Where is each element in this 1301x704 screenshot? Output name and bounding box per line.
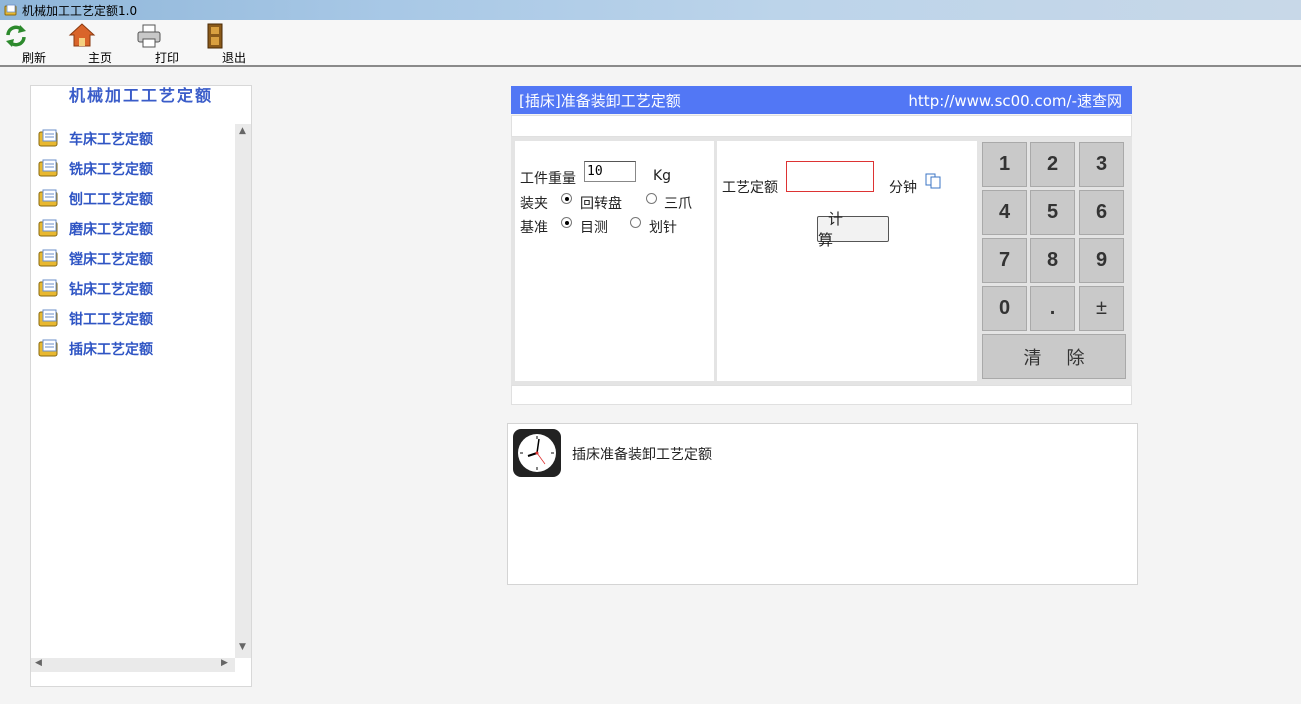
refresh-icon	[6, 25, 26, 47]
refresh-button[interactable]: 刷新	[2, 22, 58, 66]
calculator-header: [插床]准备装卸工艺定额 http://www.sc00.com/-速查网	[511, 86, 1132, 114]
clear-button[interactable]: 清 除	[982, 334, 1126, 379]
app-book-icon	[4, 4, 17, 16]
scroll-left-icon[interactable]: ◀	[35, 658, 42, 668]
print-button[interactable]: 打印	[135, 22, 191, 66]
datum-option-scriber: 划针	[649, 220, 677, 236]
sidebar-item-lathe[interactable]: 车床工艺定额	[37, 126, 153, 152]
key-5[interactable]: 5	[1030, 190, 1075, 235]
key-3[interactable]: 3	[1079, 142, 1124, 187]
home-icon	[68, 23, 96, 47]
key-plus-minus[interactable]: ±	[1079, 286, 1124, 331]
sidebar-item-label: 刨工工艺定额	[69, 192, 153, 208]
calculator-title: [插床]准备装卸工艺定额	[519, 91, 681, 110]
datum-option-visual: 目测	[580, 220, 608, 236]
scroll-down-icon[interactable]: ▼	[239, 642, 246, 652]
sidebar-vertical-scrollbar[interactable]: ▲ ▼	[235, 124, 251, 658]
info-description: 插床准备装卸工艺定额	[572, 447, 712, 463]
window-title-bar: 机械加工工艺定额1.0	[0, 0, 1301, 20]
calculator-footer	[511, 385, 1132, 405]
exit-door-icon	[207, 23, 223, 49]
key-8[interactable]: 8	[1030, 238, 1075, 283]
clamp-option-rotary: 回转盘	[580, 196, 622, 212]
sidebar-item-label: 钳工工艺定额	[69, 312, 153, 328]
sidebar: 机械加工工艺定额 车床工艺定额 铣床工艺定额 刨工工艺定额 磨床工艺定额 镗床工…	[30, 85, 252, 687]
clamp-radio-chuck[interactable]	[646, 193, 657, 204]
key-2[interactable]: 2	[1030, 142, 1075, 187]
exit-button[interactable]: 退出	[202, 22, 258, 66]
scroll-right-icon[interactable]: ▶	[221, 658, 228, 668]
book-icon	[38, 279, 58, 297]
sidebar-item-label: 磨床工艺定额	[69, 222, 153, 238]
key-9[interactable]: 9	[1079, 238, 1124, 283]
key-0[interactable]: 0	[982, 286, 1027, 331]
datum-label: 基准	[520, 220, 548, 236]
datum-radio-scriber[interactable]	[630, 217, 641, 228]
result-field[interactable]	[786, 161, 874, 192]
sidebar-item-label: 钻床工艺定额	[69, 282, 153, 298]
sidebar-item-milling[interactable]: 铣床工艺定额	[37, 156, 153, 182]
book-icon	[38, 249, 58, 267]
scroll-up-icon[interactable]: ▲	[239, 126, 246, 136]
book-icon	[38, 159, 58, 177]
site-link[interactable]: http://www.sc00.com/-速查网	[908, 90, 1122, 111]
sidebar-title: 机械加工工艺定额	[68, 86, 213, 105]
result-label: 工艺定额	[722, 180, 778, 196]
key-decimal[interactable]: .	[1030, 286, 1075, 331]
clamp-radio-rotary[interactable]	[561, 193, 572, 204]
sidebar-item-boring[interactable]: 镗床工艺定额	[37, 246, 153, 272]
printer-icon	[137, 24, 161, 48]
print-label: 打印	[155, 51, 180, 65]
sidebar-item-label: 车床工艺定额	[69, 132, 153, 148]
sidebar-item-planing[interactable]: 刨工工艺定额	[37, 186, 153, 212]
window-title: 机械加工工艺定额1.0	[22, 3, 138, 18]
weight-input[interactable]	[584, 161, 636, 182]
sidebar-horizontal-scrollbar[interactable]: ◀ ▶	[31, 658, 235, 672]
calculator-strip	[511, 115, 1132, 137]
book-icon	[38, 189, 58, 207]
result-unit: 分钟	[889, 180, 917, 196]
calculate-button[interactable]: 计 算	[817, 210, 889, 249]
key-6[interactable]: 6	[1079, 190, 1124, 235]
sidebar-item-drilling[interactable]: 钻床工艺定额	[37, 276, 153, 302]
refresh-label: 刷新	[22, 51, 47, 65]
exit-label: 退出	[222, 51, 247, 65]
home-label: 主页	[88, 51, 113, 65]
sidebar-item-fitter[interactable]: 钳工工艺定额	[37, 306, 153, 332]
key-1[interactable]: 1	[982, 142, 1027, 187]
home-button[interactable]: 主页	[68, 22, 124, 66]
clamp-option-chuck: 三爪	[664, 196, 692, 212]
key-7[interactable]: 7	[982, 238, 1027, 283]
sidebar-item-label: 镗床工艺定额	[69, 252, 153, 268]
sidebar-item-label: 插床工艺定额	[69, 342, 153, 358]
weight-unit: Kg	[653, 168, 672, 184]
sidebar-list: 车床工艺定额 铣床工艺定额 刨工工艺定额 磨床工艺定额 镗床工艺定额 钻床工艺定…	[31, 124, 235, 658]
datum-radio-visual[interactable]	[561, 217, 572, 228]
book-icon	[38, 219, 58, 237]
toolbar: 刷新 主页 打印 退出	[0, 20, 1301, 67]
key-4[interactable]: 4	[982, 190, 1027, 235]
sidebar-item-slotting[interactable]: 插床工艺定额	[37, 336, 153, 362]
weight-label: 工件重量	[520, 171, 576, 187]
book-icon	[38, 129, 58, 147]
clock-icon	[513, 429, 561, 477]
book-icon	[38, 339, 58, 357]
book-icon	[38, 309, 58, 327]
clamp-label: 装夹	[520, 196, 548, 212]
sidebar-item-label: 铣床工艺定额	[69, 162, 153, 178]
copy-icon[interactable]	[925, 173, 941, 189]
sidebar-item-grinding[interactable]: 磨床工艺定额	[37, 216, 153, 242]
